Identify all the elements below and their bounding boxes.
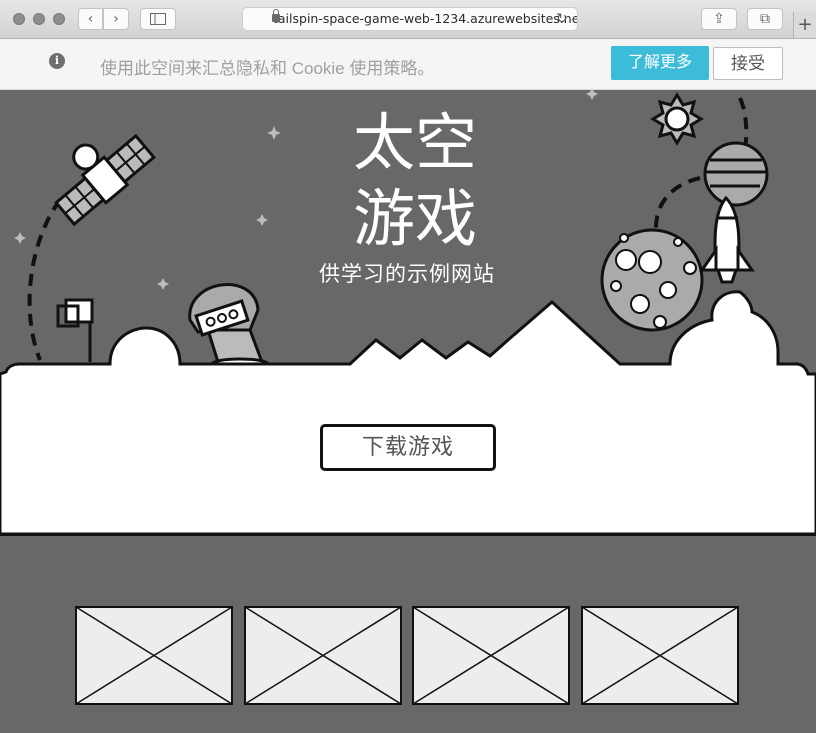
cookie-banner: i 使用此空间来汇总隐私和 Cookie 使用策略。 了解更多 接受 [0, 39, 816, 90]
zoom-window-dot[interactable] [53, 13, 65, 25]
new-tab-button[interactable]: + [793, 12, 816, 38]
forward-button[interactable]: › [103, 8, 129, 30]
gallery-thumbnail-2[interactable] [244, 606, 402, 705]
title-artwork: 太空 游戏 [318, 104, 512, 258]
back-button[interactable]: ‹ [78, 8, 103, 30]
flag-icon [56, 298, 94, 362]
rocket-icon [699, 195, 755, 284]
telescope-icon [188, 283, 270, 371]
moon-icon [600, 228, 704, 332]
sidebar-icon [150, 13, 166, 25]
title-line-2: 游戏 [353, 182, 477, 255]
satellite-icon [54, 133, 156, 227]
download-game-button[interactable]: 下载游戏 [320, 424, 496, 471]
tabs-overview-button[interactable]: ⧉ [747, 8, 783, 30]
reload-icon[interactable]: ↻ [556, 11, 568, 27]
url-text: tailspin-space-game-web-1234.azurewebsit… [273, 11, 578, 26]
address-bar[interactable]: tailspin-space-game-web-1234.azurewebsit… [242, 7, 578, 31]
chevron-right-icon: › [113, 11, 119, 27]
close-window-dot[interactable] [13, 13, 25, 25]
info-icon: i [49, 53, 65, 69]
lock-icon [272, 9, 280, 22]
share-icon: ⇪ [713, 11, 725, 27]
chevron-left-icon: ‹ [87, 11, 94, 27]
browser-toolbar: ‹ › tailspin-space-game-web-1234.azurewe… [0, 0, 816, 39]
ground-silhouette [0, 290, 816, 534]
screenshot-gallery [0, 534, 816, 733]
learn-more-button[interactable]: 了解更多 [611, 46, 709, 80]
hero-subtitle: 供学习的示例网站 [319, 262, 495, 286]
title-line-1: 太空 [353, 106, 477, 179]
small-planet-icon [703, 141, 769, 207]
plus-icon: + [797, 14, 813, 35]
sun-icon [650, 92, 704, 146]
sidebar-toggle-button[interactable] [140, 8, 176, 30]
gallery-thumbnail-4[interactable] [581, 606, 739, 705]
accept-button[interactable]: 接受 [713, 47, 783, 80]
gallery-thumbnail-3[interactable] [412, 606, 570, 705]
share-button[interactable]: ⇪ [701, 8, 737, 30]
tabs-icon: ⧉ [760, 11, 770, 27]
cookie-message: 使用此空间来汇总隐私和 Cookie 使用策略。 [100, 59, 435, 78]
minimize-window-dot[interactable] [33, 13, 45, 25]
gallery-thumbnail-1[interactable] [75, 606, 233, 705]
